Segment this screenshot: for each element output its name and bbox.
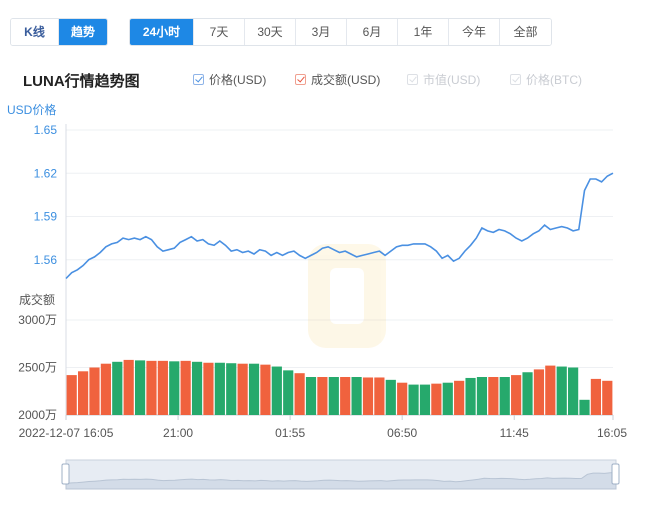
volume-bar bbox=[66, 375, 77, 415]
time-tick-label: 16:05 bbox=[597, 426, 627, 440]
volume-bar bbox=[123, 359, 134, 415]
volume-bar bbox=[203, 362, 214, 415]
time-tick-label: 01:55 bbox=[275, 426, 305, 440]
volume-bar bbox=[351, 377, 362, 415]
volume-bar bbox=[77, 371, 89, 415]
zoom-slider[interactable] bbox=[61, 459, 620, 490]
volume-bar bbox=[328, 377, 339, 415]
volume-bar bbox=[511, 375, 522, 415]
price-tick-label: 1.59 bbox=[34, 210, 58, 224]
volume-bar bbox=[180, 360, 191, 415]
volume-bar bbox=[260, 364, 271, 415]
volume-bar bbox=[271, 366, 282, 415]
volume-axis-label: 成交额 bbox=[19, 291, 56, 308]
volume-bar bbox=[157, 360, 168, 415]
volume-tick-label: 3000万 bbox=[18, 313, 57, 327]
time-tick-label: 06:50 bbox=[387, 426, 417, 440]
volume-bar bbox=[237, 363, 248, 415]
zoom-handle-left[interactable] bbox=[61, 463, 70, 485]
price-tick-label: 1.56 bbox=[34, 253, 58, 267]
volume-bar bbox=[283, 370, 294, 415]
volume-bar bbox=[374, 377, 385, 415]
volume-bar bbox=[214, 362, 225, 415]
price-axis-ticks: 1.56 1.59 1.62 1.65 bbox=[34, 123, 58, 267]
zoom-handle-right[interactable] bbox=[611, 463, 620, 485]
volume-bar bbox=[408, 384, 419, 415]
price-tick-label: 1.62 bbox=[34, 166, 58, 180]
volume-tick-label: 2500万 bbox=[18, 361, 57, 375]
watermark-logo bbox=[308, 244, 386, 348]
volume-bar bbox=[340, 377, 351, 415]
volume-bar bbox=[545, 365, 556, 415]
volume-bar bbox=[191, 361, 203, 415]
volume-tick-label: 2000万 bbox=[18, 408, 57, 422]
volume-bar bbox=[362, 377, 374, 415]
volume-bars bbox=[66, 359, 613, 415]
volume-bar bbox=[100, 363, 111, 415]
volume-bar bbox=[579, 399, 590, 415]
volume-bar bbox=[522, 372, 533, 415]
volume-bar bbox=[556, 366, 567, 415]
volume-bar bbox=[533, 369, 545, 415]
volume-bar bbox=[112, 361, 123, 415]
volume-bar bbox=[499, 377, 510, 415]
volume-bar bbox=[169, 361, 180, 415]
volume-bar bbox=[248, 363, 260, 415]
time-axis-ticks: 2022-12-07 16:05 21:00 01:55 06:50 11:45 16:0… bbox=[19, 415, 627, 440]
volume-bar bbox=[454, 380, 465, 415]
time-tick-label: 2022-12-07 16:05 bbox=[19, 426, 114, 440]
time-tick-label: 11:45 bbox=[500, 426, 529, 440]
volume-bar bbox=[397, 382, 408, 415]
volume-axis-ticks: 2000万 2500万 3000万 bbox=[18, 313, 57, 422]
trend-chart: 1.56 1.59 1.62 1.65 2000万 2500万 3000万 2022-12… bbox=[18, 123, 627, 490]
volume-bar bbox=[419, 384, 431, 415]
volume-bar bbox=[476, 377, 488, 415]
volume-bar bbox=[590, 378, 602, 415]
volume-bar bbox=[431, 383, 442, 415]
volume-bar bbox=[488, 377, 499, 415]
volume-bar bbox=[305, 377, 317, 415]
volume-bar bbox=[465, 377, 476, 415]
volume-bar bbox=[568, 367, 579, 415]
volume-bar bbox=[134, 360, 146, 415]
volume-bar bbox=[89, 367, 100, 415]
volume-bar bbox=[146, 360, 157, 415]
volume-bar bbox=[385, 379, 396, 415]
volume-bar bbox=[226, 363, 237, 415]
volume-bar bbox=[602, 380, 613, 415]
price-axis-label: USD价格 bbox=[7, 103, 57, 117]
time-tick-label: 21:00 bbox=[163, 426, 193, 440]
volume-bar bbox=[294, 373, 305, 415]
volume-bar bbox=[442, 382, 453, 415]
price-tick-label: 1.65 bbox=[34, 123, 58, 137]
volume-bar bbox=[317, 377, 328, 415]
